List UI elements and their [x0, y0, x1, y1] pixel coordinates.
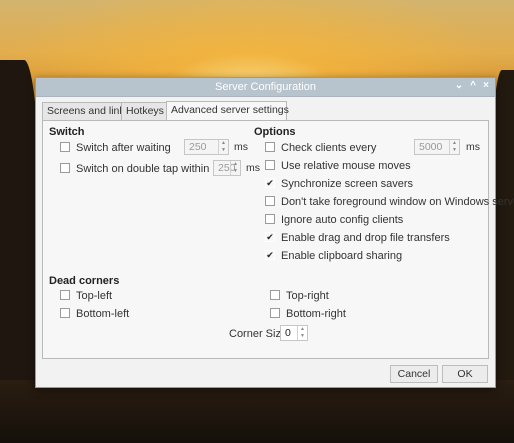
tab-screens-and-links[interactable]: Screens and links: [42, 102, 130, 120]
maximize-icon[interactable]: ^: [467, 80, 479, 92]
ok-button[interactable]: OK: [442, 365, 488, 383]
checkbox-box[interactable]: [270, 308, 280, 319]
spinner-arrows-icon[interactable]: ▲ ▼: [297, 326, 307, 340]
server-configuration-dialog: Server Configuration ⌄ ^ × Screens and l…: [35, 77, 514, 388]
check-clients-checkbox[interactable]: Check clients every: [265, 141, 376, 155]
check-clients-unit: ms: [466, 141, 480, 153]
spin-up-icon[interactable]: ▲: [221, 140, 226, 146]
cancel-button[interactable]: Cancel: [390, 365, 438, 383]
tab-advanced-server-settings[interactable]: Advanced server settings: [166, 101, 289, 120]
foreground-window-checkbox[interactable]: Don't take foreground window on Windows …: [265, 195, 514, 209]
checkbox-box[interactable]: [270, 290, 280, 301]
check-icon[interactable]: ✔: [265, 178, 275, 189]
check-icon[interactable]: ✔: [265, 232, 275, 243]
checkbox-box[interactable]: [265, 142, 275, 153]
switch-double-tap-unit: ms: [246, 162, 260, 174]
drag-and-drop-checkbox[interactable]: ✔ Enable drag and drop file transfers: [265, 231, 450, 245]
drag-and-drop-label: Enable drag and drop file transfers: [281, 232, 450, 245]
spin-down-icon[interactable]: ▼: [221, 147, 226, 153]
check-icon[interactable]: ✔: [265, 250, 275, 261]
close-icon[interactable]: ×: [480, 80, 492, 92]
switch-double-tap-label: Switch on double tap within: [76, 163, 210, 176]
switch-heading: Switch: [49, 126, 85, 138]
spinbox-value: 5000: [419, 141, 443, 153]
spin-down-icon[interactable]: ▼: [233, 168, 238, 174]
spin-down-icon[interactable]: ▼: [452, 147, 457, 153]
synchronize-screen-savers-checkbox[interactable]: ✔ Synchronize screen savers: [265, 177, 413, 191]
switch-double-tap-spinbox[interactable]: 250 ▲ ▼: [213, 160, 241, 176]
options-heading: Options: [254, 126, 296, 138]
ignore-auto-config-checkbox[interactable]: Ignore auto config clients: [265, 213, 403, 227]
ignore-auto-config-label: Ignore auto config clients: [281, 214, 404, 227]
spinner-arrows-icon[interactable]: ▲ ▼: [449, 140, 459, 154]
relative-mouse-moves-checkbox[interactable]: Use relative mouse moves: [265, 159, 411, 173]
checkbox-box[interactable]: [60, 290, 70, 301]
checkbox-box[interactable]: [265, 214, 275, 225]
clipboard-sharing-checkbox[interactable]: ✔ Enable clipboard sharing: [265, 249, 402, 263]
synchronize-screen-savers-label: Synchronize screen savers: [281, 178, 414, 191]
checkbox-box[interactable]: [265, 196, 275, 207]
spin-up-icon[interactable]: ▲: [233, 161, 238, 167]
spinner-arrows-icon[interactable]: ▲ ▼: [218, 140, 228, 154]
minimize-icon[interactable]: ⌄: [453, 80, 465, 92]
window-title: Server Configuration: [215, 81, 316, 93]
dead-corners-heading: Dead corners: [49, 275, 120, 287]
top-right-label: Top-right: [286, 290, 329, 303]
top-left-checkbox[interactable]: Top-left: [60, 289, 112, 303]
spin-down-icon[interactable]: ▼: [300, 333, 305, 339]
corner-size-spinbox[interactable]: 0 ▲ ▼: [280, 325, 308, 341]
title-bar[interactable]: Server Configuration ⌄ ^ ×: [36, 78, 495, 97]
background-ground: [0, 380, 514, 443]
spinbox-value: 0: [285, 327, 291, 339]
clipboard-sharing-label: Enable clipboard sharing: [281, 250, 403, 263]
switch-after-waiting-unit: ms: [234, 141, 248, 153]
bottom-left-label: Bottom-left: [76, 308, 130, 321]
advanced-settings-panel: Switch Switch after waiting 250 ▲ ▼ ms Sw…: [42, 120, 514, 359]
tab-hotkeys[interactable]: Hotkeys: [121, 102, 171, 120]
checkbox-box[interactable]: [60, 163, 70, 174]
checkbox-box[interactable]: [60, 142, 70, 153]
switch-after-waiting-label: Switch after waiting: [76, 142, 171, 155]
bottom-right-label: Bottom-right: [286, 308, 346, 321]
top-left-label: Top-left: [76, 290, 113, 303]
spinbox-value: 250: [189, 141, 207, 153]
switch-after-waiting-spinbox[interactable]: 250 ▲ ▼: [184, 139, 229, 155]
relative-mouse-moves-label: Use relative mouse moves: [281, 160, 411, 173]
switch-double-tap-checkbox[interactable]: Switch on double tap within: [60, 162, 209, 176]
bottom-right-checkbox[interactable]: Bottom-right: [270, 307, 346, 321]
check-clients-label: Check clients every: [281, 142, 377, 155]
top-right-checkbox[interactable]: Top-right: [270, 289, 329, 303]
switch-after-waiting-checkbox[interactable]: Switch after waiting: [60, 141, 171, 155]
bottom-left-checkbox[interactable]: Bottom-left: [60, 307, 129, 321]
check-clients-spinbox[interactable]: 5000 ▲ ▼: [414, 139, 460, 155]
checkbox-box[interactable]: [60, 308, 70, 319]
spin-up-icon[interactable]: ▲: [452, 140, 457, 146]
checkbox-box[interactable]: [265, 160, 275, 171]
foreground-window-label: Don't take foreground window on Windows …: [281, 196, 514, 209]
spin-up-icon[interactable]: ▲: [300, 326, 305, 332]
spinner-arrows-icon[interactable]: ▲ ▼: [230, 161, 240, 175]
